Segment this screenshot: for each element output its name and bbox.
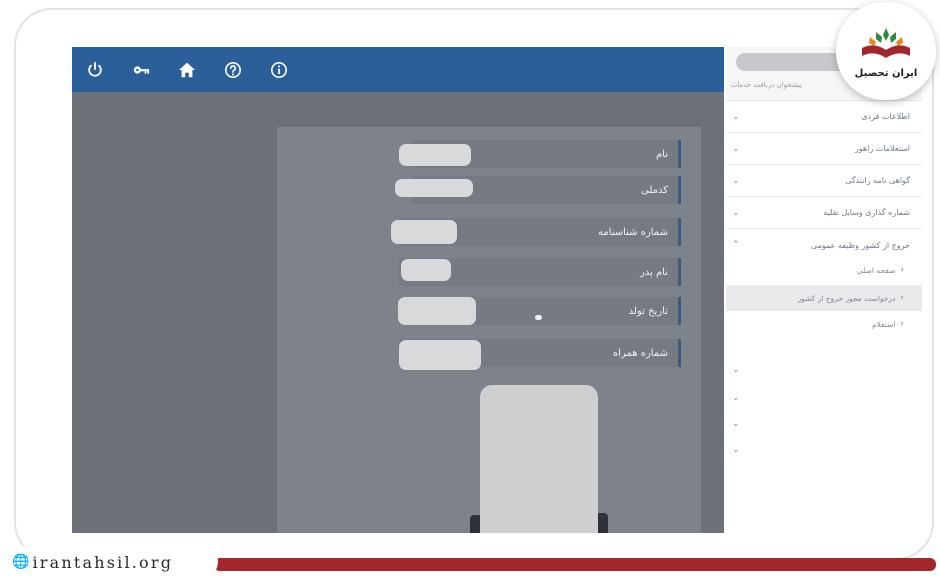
watermark: 🌐 irantahsil.org — [6, 546, 218, 578]
mobile-input[interactable] — [399, 340, 481, 370]
chevron-up-icon: ⌃ — [732, 240, 740, 250]
sidebar-item-label: اطلاعات فردی — [861, 112, 910, 121]
chevron-right-icon: › — [900, 319, 904, 329]
chevron-down-icon[interactable]: ⌄ — [732, 365, 740, 375]
chevron-right-icon: › — [900, 265, 904, 275]
home-icon[interactable] — [174, 57, 200, 83]
help-icon[interactable] — [220, 57, 246, 83]
chevron-right-icon: › — [900, 293, 904, 303]
field-label: نام پدر — [639, 266, 668, 278]
photo-shadow — [470, 515, 480, 533]
field-label: نام — [655, 148, 668, 160]
sidebar-item-label: شماره گذاری وسایل نقلیه — [823, 208, 910, 217]
chevron-down-icon[interactable]: ⌄ — [732, 393, 740, 403]
sidebar-item-traffic-inquiries[interactable]: ⌄ استعلامات راهور — [726, 133, 922, 165]
field-label: کدملی — [640, 184, 668, 196]
chevron-down-icon: ⌄ — [732, 111, 740, 122]
sidebar: پیشخوان دریافت خدمات ⌄ اطلاعات فردی ⌄ اس… — [726, 47, 922, 533]
field-label: شماره شناسنامه — [597, 226, 668, 238]
birth-cert-input[interactable] — [391, 220, 457, 244]
sidebar-item-vehicle-plates[interactable]: ⌄ شماره گذاری وسایل نقلیه — [726, 197, 922, 229]
field-label: شماره همراه — [612, 347, 668, 359]
chevron-down-icon: ⌄ — [732, 143, 740, 154]
brand-bottom-line — [214, 558, 936, 571]
sidebar-item-driving-license[interactable]: ⌄ گواهی نامه رانندگی — [726, 165, 922, 197]
sidebar-item-label: خروج از کشور وظیفه عمومی — [810, 240, 910, 250]
sidebar-subitem-exit-permit[interactable]: درخواست مجوز خروج از کشور › — [726, 285, 922, 311]
photo-placeholder — [480, 385, 598, 533]
power-icon[interactable] — [82, 57, 108, 83]
brand-logo: ایران تحصیل — [836, 2, 936, 100]
top-toolbar — [72, 47, 724, 92]
date-picker-dot[interactable] — [535, 315, 542, 320]
sidebar-subitem-label: درخواست مجوز خروج از کشور — [797, 293, 896, 303]
screenshot-stage: نام کدملی شماره شناسنامه نام پدر تاریخ ت… — [0, 0, 940, 578]
chevron-down-icon[interactable]: ⌄ — [732, 445, 740, 455]
chevron-down-icon: ⌄ — [732, 175, 740, 186]
chevron-down-icon[interactable]: ⌄ — [732, 419, 740, 429]
book-logo-icon — [862, 27, 910, 58]
app-window: نام کدملی شماره شناسنامه نام پدر تاریخ ت… — [72, 47, 724, 533]
field-label: تاریخ تولد — [628, 305, 668, 317]
photo-shadow — [598, 513, 608, 533]
sidebar-item-label: گواهی نامه رانندگی — [845, 176, 910, 185]
sidebar-subitem-label: صفحه اصلی — [856, 265, 896, 275]
chevron-down-icon: ⌄ — [732, 207, 740, 218]
name-input[interactable] — [399, 144, 471, 166]
key-icon[interactable] — [128, 57, 154, 83]
watermark-url: irantahsil.org — [32, 552, 174, 572]
national-id-input[interactable] — [395, 179, 473, 197]
sidebar-item-label: استعلامات راهور — [854, 144, 910, 153]
sidebar-subtitle: پیشخوان دریافت خدمات — [730, 81, 802, 89]
sidebar-subitem-home[interactable]: صفحه اصلی › — [726, 257, 922, 283]
father-name-input[interactable] — [401, 259, 451, 281]
globe-icon: 🌐 — [12, 554, 30, 570]
sidebar-subitem-inquiry[interactable]: استعلام › — [726, 311, 922, 337]
sidebar-item-personal-info[interactable]: ⌄ اطلاعات فردی — [726, 101, 922, 133]
logo-text: ایران تحصیل — [854, 67, 918, 79]
birth-date-input[interactable] — [398, 297, 476, 325]
info-icon[interactable] — [266, 57, 292, 83]
sidebar-subitem-label: استعلام — [872, 319, 896, 329]
